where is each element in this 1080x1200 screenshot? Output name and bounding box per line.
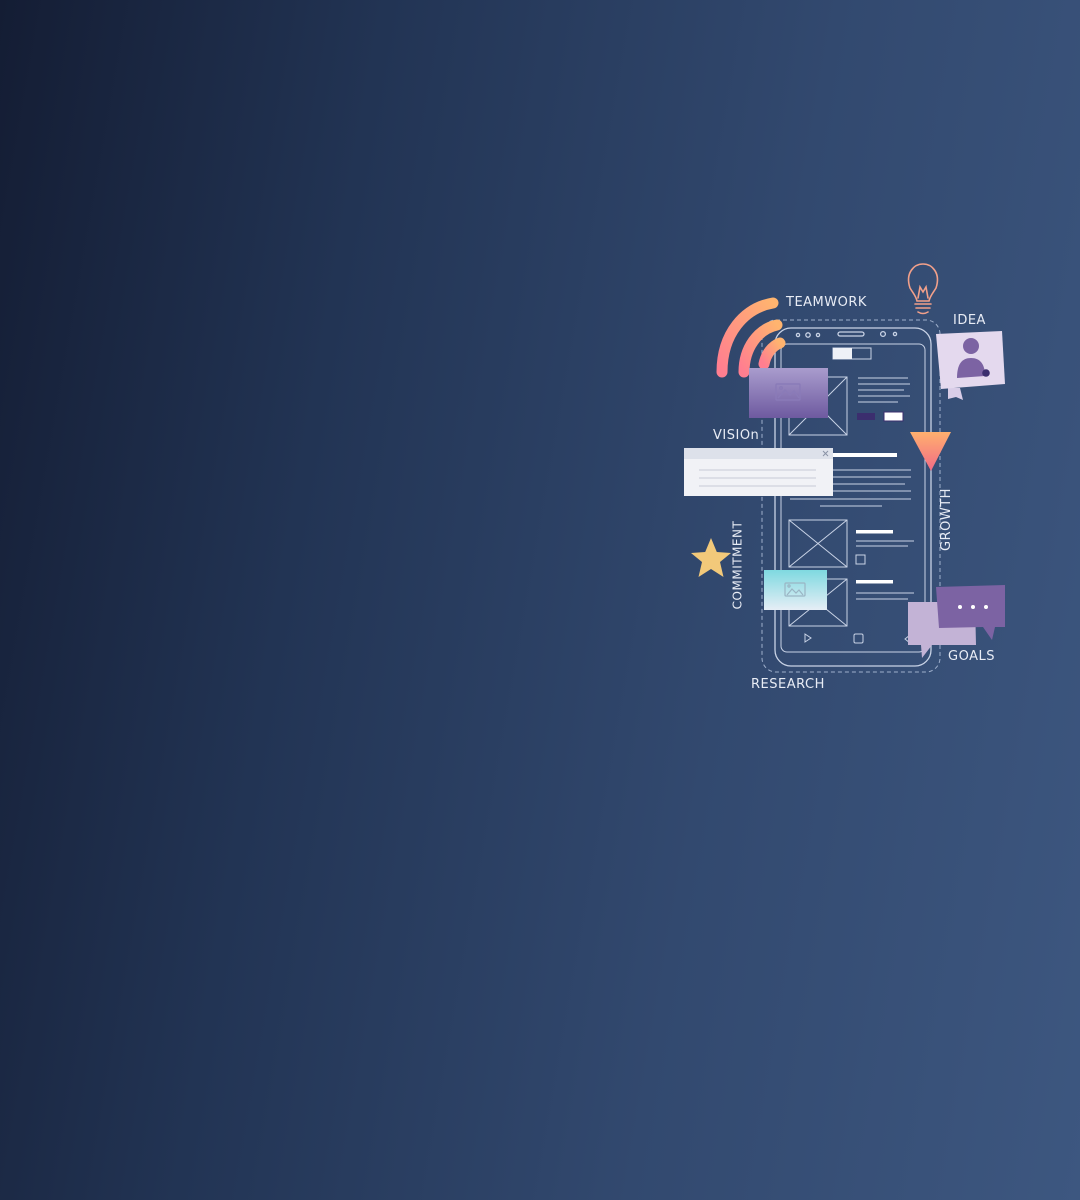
user-profile-card [936, 331, 1005, 400]
app-development-illustration [684, 263, 1005, 673]
vision-window [684, 448, 833, 496]
image-card-purple [749, 368, 828, 418]
star-icon [691, 538, 731, 577]
background: TEAMWORK IDEA VISIOn GROWTH COMMITMENT G… [0, 0, 1080, 1200]
label-idea: IDEA [953, 313, 986, 328]
label-growth: GROWTH [938, 488, 954, 551]
label-research: RESEARCH [751, 677, 825, 692]
label-commitment: COMMITMENT [730, 520, 745, 610]
funnel-icon [910, 432, 951, 471]
label-vision: VISIOn [713, 428, 760, 443]
wifi-icon [716, 297, 786, 378]
label-goals: GOALS [948, 649, 995, 664]
lightbulb-icon [907, 263, 939, 315]
label-teamwork: TEAMWORK [786, 295, 867, 310]
chat-bubble-icon [908, 585, 1005, 658]
image-card-teal [764, 570, 827, 610]
